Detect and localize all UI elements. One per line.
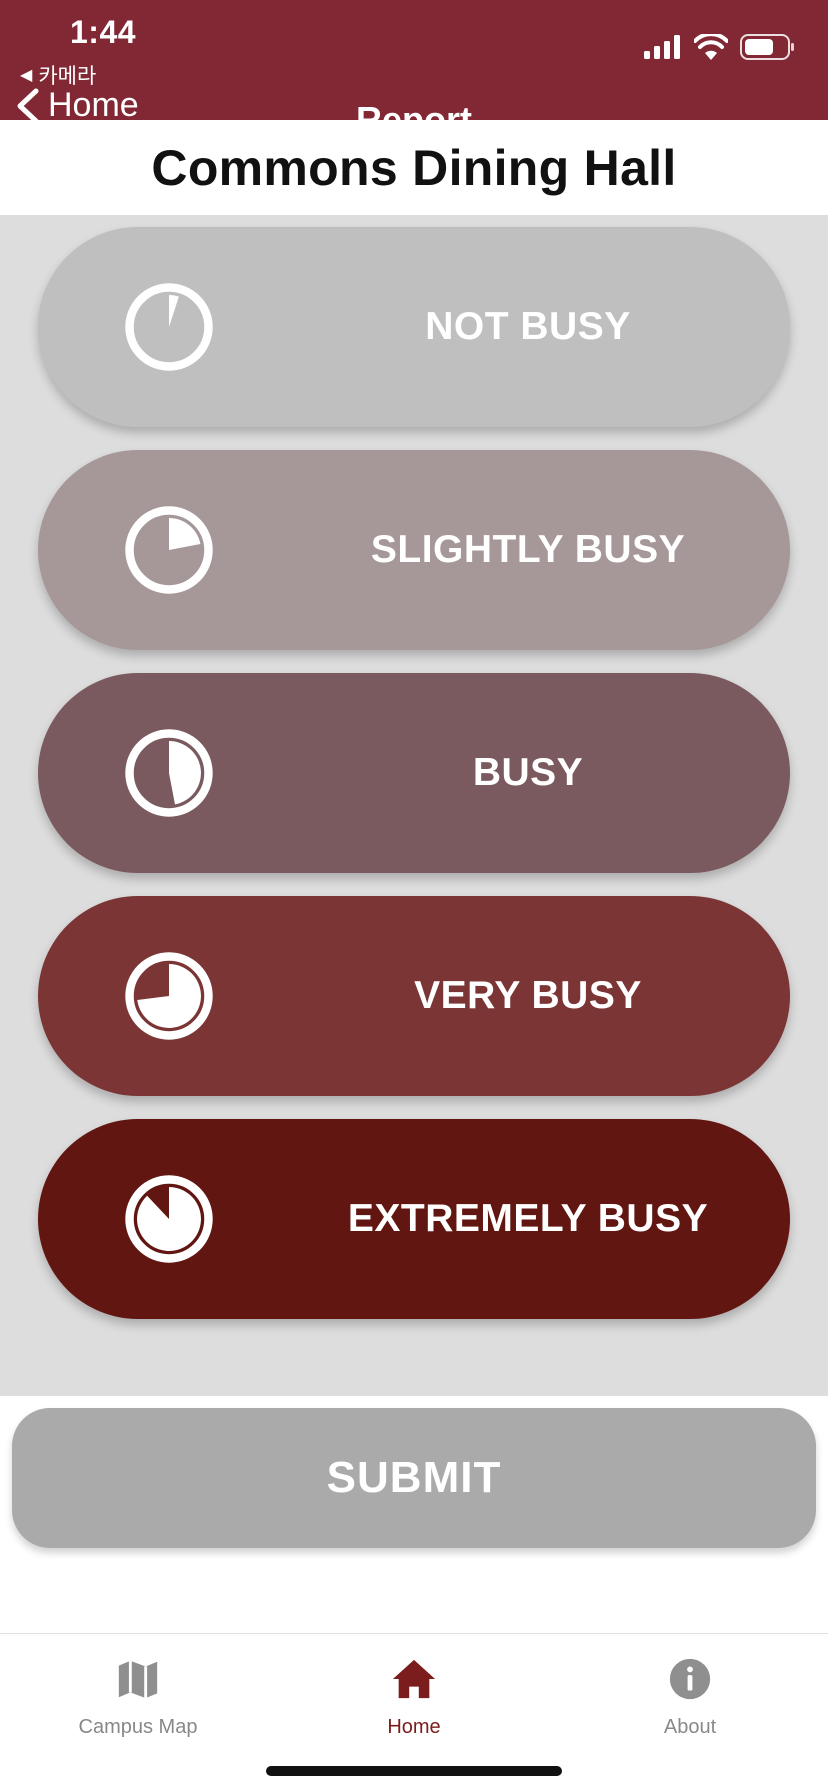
option-label: SLIGHTLY BUSY [370,528,686,571]
status-indicators [644,34,796,60]
option-label: EXTREMELY BUSY [347,1197,709,1240]
option-slightly-busy-button[interactable]: SLIGHTLY BUSY [38,450,790,650]
title-bar: Commons Dining Hall [0,120,828,215]
pie-gauge-icon [125,952,213,1040]
info-icon [669,1658,711,1700]
tab-label: Home [387,1716,441,1738]
option-extremely-busy-button[interactable]: EXTREMELY BUSY [38,1119,790,1319]
option-very-busy-button[interactable]: VERY BUSY [38,896,790,1096]
submit-label: SUBMIT [326,1453,502,1502]
top-bar: 1:44 ◀ 카메라 Home Report [0,0,828,120]
tab-home[interactable]: Home [276,1648,552,1748]
home-icon [392,1659,436,1699]
pie-gauge-icon [125,1175,213,1263]
nav-title: Report [356,99,472,121]
option-not-busy-button[interactable]: NOT BUSY [38,227,790,427]
page-title: Commons Dining Hall [151,139,677,196]
battery-icon [740,34,794,60]
pie-gauge-icon [125,506,213,594]
status-time: 1:44 [70,14,137,50]
pie-gauge-icon [125,729,213,817]
back-triangle-icon: ◀ [20,67,33,84]
signal-icon [644,35,680,59]
option-label: BUSY [472,751,584,794]
option-label: NOT BUSY [425,305,631,348]
submit-button[interactable]: SUBMIT [12,1408,816,1548]
wifi-icon [694,34,728,60]
tab-label: About [663,1716,717,1738]
tab-about[interactable]: About [552,1648,828,1748]
map-icon [118,1660,158,1699]
option-label: VERY BUSY [414,974,642,1017]
tab-campus-map[interactable]: Campus Map [0,1648,276,1748]
tab-label: Campus Map [78,1716,198,1738]
home-indicator [266,1766,562,1776]
busyness-options-panel: NOT BUSY SLIGHTLY BUSY BUSY VERY BUSY EX… [0,215,828,1396]
option-busy-button[interactable]: BUSY [38,673,790,873]
pie-gauge-icon [125,283,213,371]
